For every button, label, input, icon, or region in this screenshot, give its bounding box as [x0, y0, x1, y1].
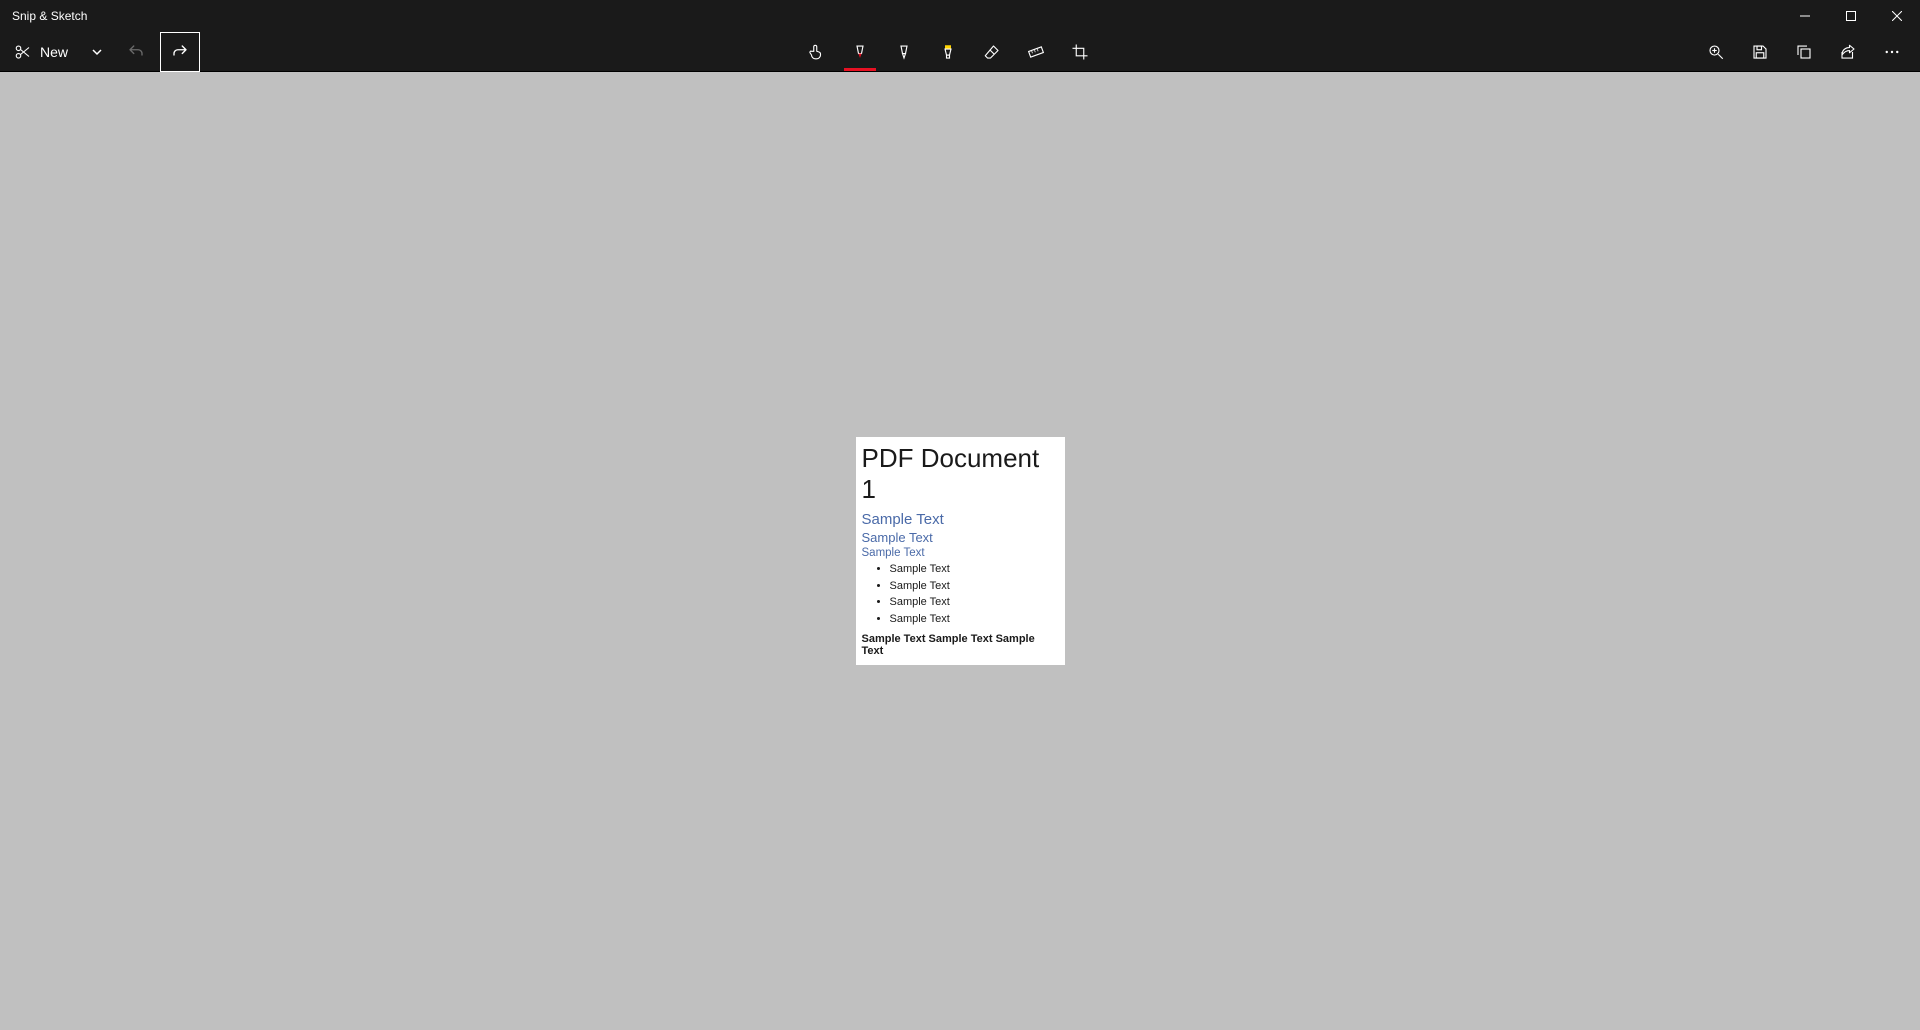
doc-title: PDF Document 1: [862, 443, 1059, 505]
undo-icon: [127, 43, 145, 61]
title-bar: Snip & Sketch: [0, 0, 1920, 32]
app-title: Snip & Sketch: [12, 9, 87, 23]
redo-icon: [171, 43, 189, 61]
close-icon: [1892, 11, 1902, 21]
list-item: Sample Text: [890, 561, 1059, 578]
save-button[interactable]: [1740, 32, 1780, 72]
zoom-button[interactable]: [1696, 32, 1736, 72]
more-icon: [1883, 43, 1901, 61]
eraser-button[interactable]: [972, 32, 1012, 72]
list-item: Sample Text: [890, 594, 1059, 611]
more-button[interactable]: [1872, 32, 1912, 72]
highlighter-icon: [939, 43, 957, 61]
doc-bullet-list: Sample Text Sample Text Sample Text Samp…: [862, 561, 1059, 627]
chevron-down-icon: [91, 46, 103, 58]
doc-heading-1: Sample Text: [862, 511, 1059, 528]
maximize-button[interactable]: [1828, 0, 1874, 32]
crop-button[interactable]: [1060, 32, 1100, 72]
ruler-button[interactable]: [1016, 32, 1056, 72]
toolbar: New: [0, 32, 1920, 72]
minimize-icon: [1800, 11, 1810, 21]
doc-paragraph: Sample Text Sample Text Sample Text: [862, 633, 1059, 657]
maximize-icon: [1846, 11, 1856, 21]
share-button[interactable]: [1828, 32, 1868, 72]
doc-heading-3: Sample Text: [862, 547, 1059, 559]
scissors-icon: [14, 43, 32, 61]
snip-image: PDF Document 1 Sample Text Sample Text S…: [856, 437, 1065, 665]
highlighter-button[interactable]: [928, 32, 968, 72]
zoom-icon: [1707, 43, 1725, 61]
ballpoint-pen-button[interactable]: [840, 32, 880, 72]
eraser-icon: [983, 43, 1001, 61]
new-snip-button[interactable]: New: [8, 32, 78, 72]
list-item: Sample Text: [890, 611, 1059, 628]
pencil-tool-icon: [895, 43, 913, 61]
copy-button[interactable]: [1784, 32, 1824, 72]
doc-heading-2: Sample Text: [862, 530, 1059, 545]
copy-icon: [1795, 43, 1813, 61]
window-controls: [1782, 0, 1920, 32]
share-icon: [1839, 43, 1857, 61]
undo-button[interactable]: [116, 32, 156, 72]
ballpoint-pen-icon: [851, 43, 869, 61]
touch-writing-button[interactable]: [796, 32, 836, 72]
new-snip-label: New: [40, 44, 68, 60]
touch-icon: [807, 43, 825, 61]
close-button[interactable]: [1874, 0, 1920, 32]
canvas-area[interactable]: PDF Document 1 Sample Text Sample Text S…: [0, 72, 1920, 1030]
redo-button[interactable]: [160, 32, 200, 72]
save-icon: [1751, 43, 1769, 61]
ruler-icon: [1027, 43, 1045, 61]
new-snip-dropdown[interactable]: [82, 32, 112, 72]
crop-icon: [1071, 43, 1089, 61]
list-item: Sample Text: [890, 578, 1059, 595]
minimize-button[interactable]: [1782, 0, 1828, 32]
pencil-button[interactable]: [884, 32, 924, 72]
active-tool-underline: [844, 68, 876, 71]
